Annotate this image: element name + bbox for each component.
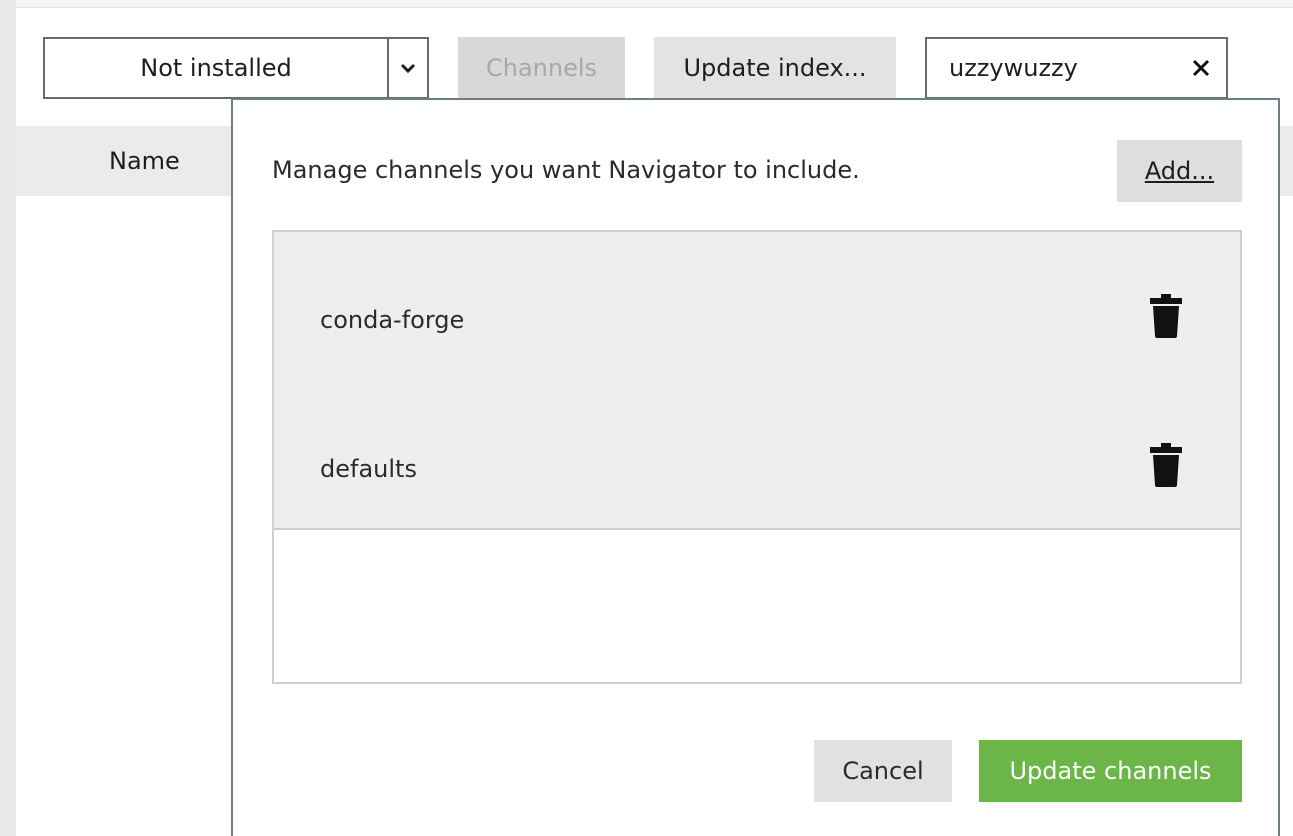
search-input-value: uzzywuzzy [949, 54, 1078, 82]
dialog-prompt: Manage channels you want Navigator to in… [272, 156, 860, 184]
package-filter-dropdown[interactable]: Not installed [43, 37, 429, 99]
update-channels-button[interactable]: Update channels [979, 740, 1242, 802]
manage-channels-dialog: Manage channels you want Navigator to in… [231, 98, 1280, 836]
cancel-button[interactable]: Cancel [814, 740, 952, 802]
channel-list: conda-forge defaults [272, 230, 1242, 684]
channel-row-defaults[interactable]: defaults [274, 381, 1240, 530]
app-frame-left [0, 0, 16, 836]
close-icon[interactable] [1176, 39, 1226, 97]
app-frame-top [16, 0, 1293, 8]
trash-icon[interactable] [1148, 294, 1184, 338]
channel-row-conda-forge[interactable]: conda-forge [274, 232, 1240, 381]
update-index-button[interactable]: Update index... [654, 37, 896, 99]
channels-button[interactable]: Channels [458, 37, 625, 99]
chevron-down-icon[interactable] [387, 39, 427, 97]
package-filter-value: Not installed [140, 54, 292, 82]
trash-icon[interactable] [1148, 443, 1184, 487]
column-header-name[interactable]: Name [109, 126, 180, 196]
channel-name: defaults [320, 455, 417, 483]
search-input[interactable]: uzzywuzzy [925, 37, 1228, 99]
add-channel-button[interactable]: Add... [1117, 140, 1242, 202]
